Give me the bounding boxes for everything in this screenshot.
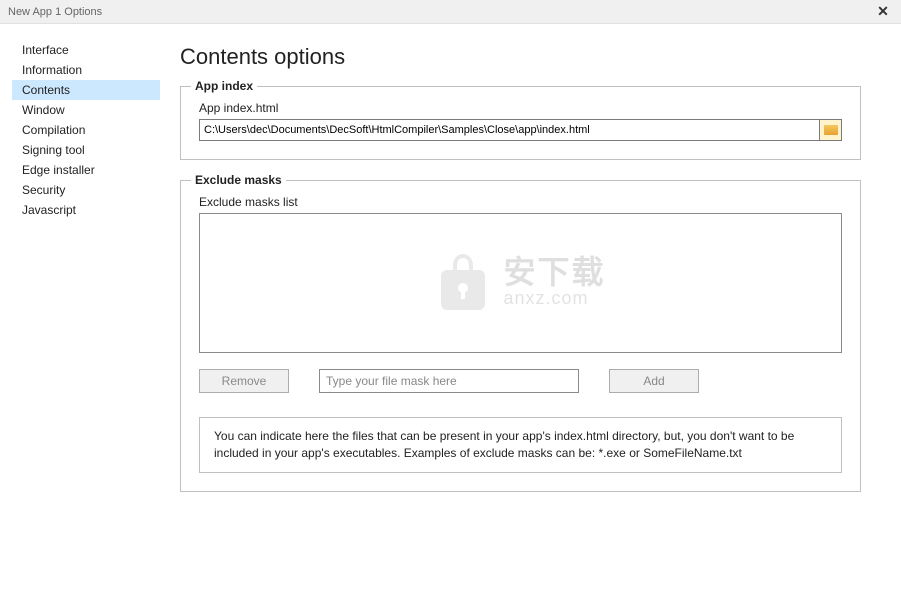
sidebar-item-edge-installer[interactable]: Edge installer bbox=[12, 160, 160, 180]
app-index-label: App index.html bbox=[199, 101, 842, 115]
sidebar-item-security[interactable]: Security bbox=[12, 180, 160, 200]
window-title: New App 1 Options bbox=[8, 6, 102, 18]
titlebar: New App 1 Options ✕ bbox=[0, 0, 901, 24]
sidebar-item-information[interactable]: Information bbox=[12, 60, 160, 80]
exclude-masks-legend: Exclude masks bbox=[191, 173, 286, 187]
sidebar-item-compilation[interactable]: Compilation bbox=[12, 120, 160, 140]
file-mask-input[interactable] bbox=[319, 369, 579, 393]
browse-button[interactable] bbox=[820, 119, 842, 141]
app-index-legend: App index bbox=[191, 79, 257, 93]
exclude-list-label: Exclude masks list bbox=[199, 195, 842, 209]
remove-button[interactable]: Remove bbox=[199, 369, 289, 393]
app-index-input[interactable] bbox=[199, 119, 820, 141]
app-index-group: App index App index.html bbox=[180, 86, 861, 160]
sidebar: Interface Information Contents Window Co… bbox=[0, 24, 160, 604]
folder-icon bbox=[824, 125, 838, 135]
sidebar-item-signing-tool[interactable]: Signing tool bbox=[12, 140, 160, 160]
close-button[interactable]: ✕ bbox=[873, 2, 893, 22]
watermark-cn: 安下载 bbox=[503, 256, 605, 288]
exclude-masks-list[interactable]: 安下载 anxz.com bbox=[199, 213, 842, 353]
sidebar-item-window[interactable]: Window bbox=[12, 100, 160, 120]
exclude-masks-group: Exclude masks Exclude masks list 安下载 anx… bbox=[180, 180, 861, 492]
watermark: 安下载 anxz.com bbox=[435, 252, 605, 314]
add-button[interactable]: Add bbox=[609, 369, 699, 393]
page-title: Contents options bbox=[180, 44, 861, 70]
sidebar-item-contents[interactable]: Contents bbox=[12, 80, 160, 100]
sidebar-item-interface[interactable]: Interface bbox=[12, 40, 160, 60]
lock-bag-icon bbox=[435, 252, 491, 314]
sidebar-item-javascript[interactable]: Javascript bbox=[12, 200, 160, 220]
info-box: You can indicate here the files that can… bbox=[199, 417, 842, 473]
watermark-en: anxz.com bbox=[503, 288, 605, 310]
main-content: Contents options App index App index.htm… bbox=[160, 24, 901, 604]
